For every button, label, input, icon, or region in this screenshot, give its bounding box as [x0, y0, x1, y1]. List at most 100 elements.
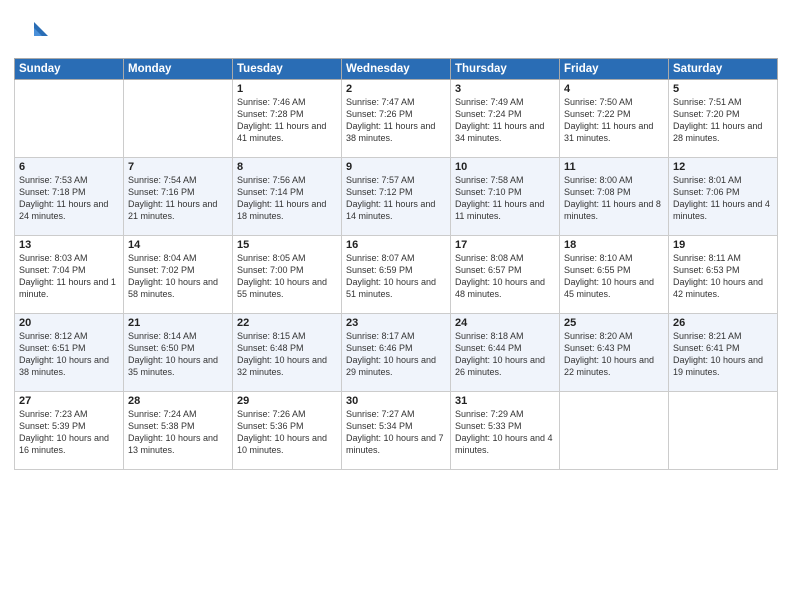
week-row-3: 13Sunrise: 8:03 AM Sunset: 7:04 PM Dayli…: [15, 236, 778, 314]
day-info: Sunrise: 8:12 AM Sunset: 6:51 PM Dayligh…: [19, 330, 119, 379]
col-header-monday: Monday: [124, 59, 233, 80]
day-info: Sunrise: 8:14 AM Sunset: 6:50 PM Dayligh…: [128, 330, 228, 379]
calendar-cell: 2Sunrise: 7:47 AM Sunset: 7:26 PM Daylig…: [342, 80, 451, 158]
day-info: Sunrise: 7:29 AM Sunset: 5:33 PM Dayligh…: [455, 408, 555, 457]
day-info: Sunrise: 8:17 AM Sunset: 6:46 PM Dayligh…: [346, 330, 446, 379]
day-info: Sunrise: 8:00 AM Sunset: 7:08 PM Dayligh…: [564, 174, 664, 223]
calendar-cell: 17Sunrise: 8:08 AM Sunset: 6:57 PM Dayli…: [451, 236, 560, 314]
day-number: 22: [237, 317, 337, 329]
calendar-cell: 28Sunrise: 7:24 AM Sunset: 5:38 PM Dayli…: [124, 392, 233, 470]
calendar-cell: 21Sunrise: 8:14 AM Sunset: 6:50 PM Dayli…: [124, 314, 233, 392]
calendar-cell: 10Sunrise: 7:58 AM Sunset: 7:10 PM Dayli…: [451, 158, 560, 236]
day-number: 7: [128, 161, 228, 173]
calendar-cell: 16Sunrise: 8:07 AM Sunset: 6:59 PM Dayli…: [342, 236, 451, 314]
day-number: 19: [673, 239, 773, 251]
day-number: 12: [673, 161, 773, 173]
col-header-friday: Friday: [560, 59, 669, 80]
calendar-cell: 8Sunrise: 7:56 AM Sunset: 7:14 PM Daylig…: [233, 158, 342, 236]
col-header-saturday: Saturday: [669, 59, 778, 80]
calendar-cell: 27Sunrise: 7:23 AM Sunset: 5:39 PM Dayli…: [15, 392, 124, 470]
calendar-cell: 23Sunrise: 8:17 AM Sunset: 6:46 PM Dayli…: [342, 314, 451, 392]
day-info: Sunrise: 8:07 AM Sunset: 6:59 PM Dayligh…: [346, 252, 446, 301]
calendar-cell: 6Sunrise: 7:53 AM Sunset: 7:18 PM Daylig…: [15, 158, 124, 236]
day-number: 3: [455, 83, 555, 95]
logo: [14, 14, 54, 50]
calendar-cell: [15, 80, 124, 158]
day-info: Sunrise: 8:21 AM Sunset: 6:41 PM Dayligh…: [673, 330, 773, 379]
col-header-wednesday: Wednesday: [342, 59, 451, 80]
calendar-cell: 29Sunrise: 7:26 AM Sunset: 5:36 PM Dayli…: [233, 392, 342, 470]
calendar-cell: 7Sunrise: 7:54 AM Sunset: 7:16 PM Daylig…: [124, 158, 233, 236]
day-number: 15: [237, 239, 337, 251]
day-number: 11: [564, 161, 664, 173]
week-row-2: 6Sunrise: 7:53 AM Sunset: 7:18 PM Daylig…: [15, 158, 778, 236]
day-info: Sunrise: 7:50 AM Sunset: 7:22 PM Dayligh…: [564, 96, 664, 145]
day-number: 17: [455, 239, 555, 251]
header: [14, 10, 778, 50]
day-info: Sunrise: 7:23 AM Sunset: 5:39 PM Dayligh…: [19, 408, 119, 457]
calendar-cell: 19Sunrise: 8:11 AM Sunset: 6:53 PM Dayli…: [669, 236, 778, 314]
day-info: Sunrise: 7:53 AM Sunset: 7:18 PM Dayligh…: [19, 174, 119, 223]
day-number: 4: [564, 83, 664, 95]
day-number: 10: [455, 161, 555, 173]
logo-icon: [14, 14, 50, 50]
day-info: Sunrise: 8:18 AM Sunset: 6:44 PM Dayligh…: [455, 330, 555, 379]
day-number: 2: [346, 83, 446, 95]
col-header-tuesday: Tuesday: [233, 59, 342, 80]
day-info: Sunrise: 7:49 AM Sunset: 7:24 PM Dayligh…: [455, 96, 555, 145]
day-info: Sunrise: 8:15 AM Sunset: 6:48 PM Dayligh…: [237, 330, 337, 379]
day-info: Sunrise: 7:26 AM Sunset: 5:36 PM Dayligh…: [237, 408, 337, 457]
day-info: Sunrise: 7:27 AM Sunset: 5:34 PM Dayligh…: [346, 408, 446, 457]
calendar-cell: 24Sunrise: 8:18 AM Sunset: 6:44 PM Dayli…: [451, 314, 560, 392]
day-number: 6: [19, 161, 119, 173]
calendar-cell: 9Sunrise: 7:57 AM Sunset: 7:12 PM Daylig…: [342, 158, 451, 236]
day-number: 25: [564, 317, 664, 329]
day-number: 31: [455, 395, 555, 407]
calendar-cell: 18Sunrise: 8:10 AM Sunset: 6:55 PM Dayli…: [560, 236, 669, 314]
day-number: 23: [346, 317, 446, 329]
day-number: 18: [564, 239, 664, 251]
day-info: Sunrise: 7:46 AM Sunset: 7:28 PM Dayligh…: [237, 96, 337, 145]
day-number: 14: [128, 239, 228, 251]
calendar-cell: 26Sunrise: 8:21 AM Sunset: 6:41 PM Dayli…: [669, 314, 778, 392]
day-number: 21: [128, 317, 228, 329]
day-info: Sunrise: 7:47 AM Sunset: 7:26 PM Dayligh…: [346, 96, 446, 145]
day-info: Sunrise: 7:57 AM Sunset: 7:12 PM Dayligh…: [346, 174, 446, 223]
day-number: 8: [237, 161, 337, 173]
calendar-cell: 30Sunrise: 7:27 AM Sunset: 5:34 PM Dayli…: [342, 392, 451, 470]
day-info: Sunrise: 8:20 AM Sunset: 6:43 PM Dayligh…: [564, 330, 664, 379]
week-row-1: 1Sunrise: 7:46 AM Sunset: 7:28 PM Daylig…: [15, 80, 778, 158]
col-header-sunday: Sunday: [15, 59, 124, 80]
calendar-cell: 25Sunrise: 8:20 AM Sunset: 6:43 PM Dayli…: [560, 314, 669, 392]
calendar-cell: 1Sunrise: 7:46 AM Sunset: 7:28 PM Daylig…: [233, 80, 342, 158]
calendar-cell: 4Sunrise: 7:50 AM Sunset: 7:22 PM Daylig…: [560, 80, 669, 158]
day-number: 9: [346, 161, 446, 173]
calendar-cell: 15Sunrise: 8:05 AM Sunset: 7:00 PM Dayli…: [233, 236, 342, 314]
calendar-cell: 3Sunrise: 7:49 AM Sunset: 7:24 PM Daylig…: [451, 80, 560, 158]
day-number: 1: [237, 83, 337, 95]
day-info: Sunrise: 8:05 AM Sunset: 7:00 PM Dayligh…: [237, 252, 337, 301]
day-number: 13: [19, 239, 119, 251]
calendar-cell: [560, 392, 669, 470]
calendar-cell: 31Sunrise: 7:29 AM Sunset: 5:33 PM Dayli…: [451, 392, 560, 470]
day-number: 28: [128, 395, 228, 407]
calendar-cell: 14Sunrise: 8:04 AM Sunset: 7:02 PM Dayli…: [124, 236, 233, 314]
calendar-cell: 22Sunrise: 8:15 AM Sunset: 6:48 PM Dayli…: [233, 314, 342, 392]
calendar-table: SundayMondayTuesdayWednesdayThursdayFrid…: [14, 58, 778, 470]
day-number: 16: [346, 239, 446, 251]
day-number: 30: [346, 395, 446, 407]
day-info: Sunrise: 7:51 AM Sunset: 7:20 PM Dayligh…: [673, 96, 773, 145]
calendar-header-row: SundayMondayTuesdayWednesdayThursdayFrid…: [15, 59, 778, 80]
day-info: Sunrise: 7:54 AM Sunset: 7:16 PM Dayligh…: [128, 174, 228, 223]
week-row-4: 20Sunrise: 8:12 AM Sunset: 6:51 PM Dayli…: [15, 314, 778, 392]
day-info: Sunrise: 8:11 AM Sunset: 6:53 PM Dayligh…: [673, 252, 773, 301]
day-info: Sunrise: 7:56 AM Sunset: 7:14 PM Dayligh…: [237, 174, 337, 223]
day-info: Sunrise: 8:01 AM Sunset: 7:06 PM Dayligh…: [673, 174, 773, 223]
day-number: 20: [19, 317, 119, 329]
page: SundayMondayTuesdayWednesdayThursdayFrid…: [0, 0, 792, 612]
calendar-cell: 12Sunrise: 8:01 AM Sunset: 7:06 PM Dayli…: [669, 158, 778, 236]
calendar-cell: [669, 392, 778, 470]
day-info: Sunrise: 7:58 AM Sunset: 7:10 PM Dayligh…: [455, 174, 555, 223]
day-info: Sunrise: 8:04 AM Sunset: 7:02 PM Dayligh…: [128, 252, 228, 301]
day-info: Sunrise: 8:08 AM Sunset: 6:57 PM Dayligh…: [455, 252, 555, 301]
